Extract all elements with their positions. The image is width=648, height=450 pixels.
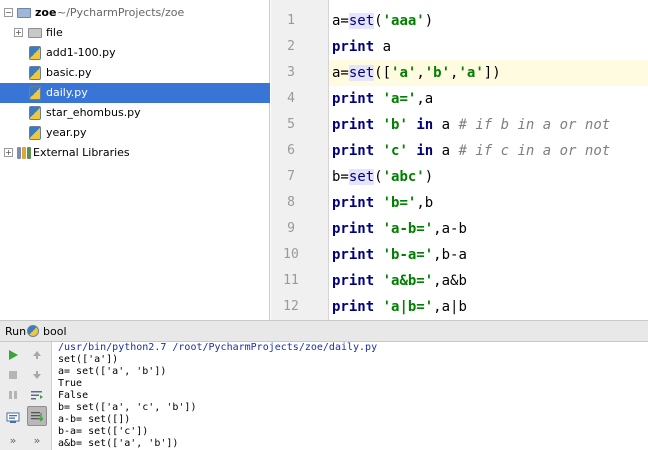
code-line[interactable]: print 'b-a=',b-a bbox=[329, 242, 648, 268]
line-number: 11 bbox=[283, 273, 299, 288]
line-number: 4 bbox=[287, 91, 295, 106]
python-file-icon bbox=[29, 86, 41, 100]
line-number: 12 bbox=[283, 299, 299, 314]
tree-item-label: daily.py bbox=[46, 86, 88, 99]
rerun-button[interactable] bbox=[3, 345, 23, 365]
dump-icon bbox=[6, 412, 20, 423]
tree-item-label: add1-100.py bbox=[46, 46, 116, 59]
stop-icon bbox=[9, 371, 17, 379]
console-line: a&b= set(['a', 'b']) bbox=[58, 438, 179, 449]
scroll-down-button[interactable] bbox=[27, 365, 47, 385]
tree-root-zoe[interactable]: − zoe ~/PycharmProjects/zoe bbox=[0, 3, 270, 23]
chevron-double-right-icon: » bbox=[33, 433, 41, 447]
code-line[interactable]: print 'a|b=',a|b bbox=[329, 294, 648, 320]
run-panel-header: Run bool bbox=[0, 320, 648, 342]
code-line[interactable]: print a bbox=[329, 34, 648, 60]
code-line[interactable]: a=set('aaa') bbox=[329, 8, 648, 34]
run-console[interactable]: /usr/bin/python2.7 /root/PycharmProjects… bbox=[52, 342, 648, 450]
python-file-icon bbox=[29, 46, 41, 60]
tree-item-year[interactable]: year.py bbox=[0, 123, 270, 143]
tree-item-label: year.py bbox=[46, 126, 87, 139]
stop-button[interactable] bbox=[3, 365, 23, 385]
collapse-toggle-icon[interactable]: − bbox=[4, 8, 13, 17]
python-file-icon bbox=[29, 106, 41, 120]
tree-item-file[interactable]: + file bbox=[0, 23, 270, 43]
console-line: b-a= set(['c']) bbox=[58, 426, 149, 437]
code-line[interactable]: print 'a&b=',a&b bbox=[329, 268, 648, 294]
code-editor[interactable]: a=set('aaa') print a a=set(['a','b','a']… bbox=[329, 0, 648, 320]
soft-wrap-button[interactable] bbox=[27, 385, 47, 405]
play-icon bbox=[9, 350, 18, 360]
tree-item-label: star_ehombus.py bbox=[46, 106, 141, 119]
line-number: 7 bbox=[287, 169, 295, 184]
more-actions-left[interactable]: » bbox=[3, 430, 23, 450]
console-line: set(['a']) bbox=[58, 354, 119, 365]
console-line: True bbox=[58, 378, 83, 389]
scroll-end-icon bbox=[31, 412, 44, 422]
library-icon bbox=[17, 147, 31, 159]
scroll-to-end-toggle[interactable] bbox=[27, 406, 47, 426]
arrow-up-icon bbox=[33, 351, 41, 359]
tree-item-add1-100[interactable]: add1-100.py bbox=[0, 43, 270, 63]
expand-toggle-icon[interactable]: + bbox=[4, 148, 13, 157]
code-line[interactable]: print 'b=',b bbox=[329, 190, 648, 216]
code-line-current[interactable]: a=set(['a','b','a']) bbox=[329, 60, 648, 86]
folder-icon bbox=[17, 8, 31, 18]
code-line[interactable]: print 'a=',a bbox=[329, 86, 648, 112]
tree-item-daily[interactable]: daily.py bbox=[0, 83, 270, 103]
line-number: 9 bbox=[287, 221, 295, 236]
folder-icon bbox=[28, 28, 42, 38]
tree-item-label: file bbox=[46, 26, 63, 39]
pause-button[interactable] bbox=[3, 385, 23, 405]
tree-item-label: External Libraries bbox=[33, 146, 130, 159]
python-config-icon bbox=[27, 325, 39, 337]
line-number: 5 bbox=[287, 117, 295, 132]
line-number: 3 bbox=[287, 65, 295, 80]
chevron-double-right-icon: » bbox=[9, 433, 17, 447]
console-line: False bbox=[58, 390, 89, 401]
code-line[interactable]: print 'b' in a # if b in a or not bbox=[329, 112, 648, 138]
tree-item-label: basic.py bbox=[46, 66, 92, 79]
line-number: 2 bbox=[287, 39, 295, 54]
expand-toggle-icon[interactable]: + bbox=[14, 28, 23, 37]
line-number: 10 bbox=[283, 247, 299, 262]
code-line[interactable]: print 'c' in a # if c in a or not bbox=[329, 138, 648, 164]
run-config-name[interactable]: bool bbox=[43, 325, 67, 338]
more-actions-right[interactable]: » bbox=[27, 430, 47, 450]
console-line: b= set(['a', 'c', 'b']) bbox=[58, 402, 197, 413]
pause-icon bbox=[9, 391, 17, 399]
code-line[interactable]: b=set('abc') bbox=[329, 164, 648, 190]
tree-item-basic[interactable]: basic.py bbox=[0, 63, 270, 83]
line-number: 6 bbox=[287, 143, 295, 158]
line-number: 1 bbox=[287, 13, 295, 28]
arrow-down-icon bbox=[33, 371, 41, 379]
editor-gutter: 1 2 3 4 5 6 7 8 9 10 11 12 bbox=[271, 0, 329, 320]
scroll-up-button[interactable] bbox=[27, 345, 47, 365]
tree-item-star-ehombus[interactable]: star_ehombus.py bbox=[0, 103, 270, 123]
tree-item-external-libraries[interactable]: + External Libraries bbox=[0, 143, 270, 163]
code-line[interactable]: print 'a-b=',a-b bbox=[329, 216, 648, 242]
run-panel-title: Run bbox=[5, 325, 27, 338]
wrap-icon bbox=[31, 391, 43, 400]
project-tool-window: − zoe ~/PycharmProjects/zoe + file add1-… bbox=[0, 0, 270, 320]
console-line: /usr/bin/python2.7 /root/PycharmProjects… bbox=[58, 342, 378, 353]
run-toolbar: » » bbox=[0, 342, 52, 450]
python-file-icon bbox=[29, 126, 41, 140]
root-folder-name: zoe bbox=[35, 6, 57, 19]
dump-threads-button[interactable] bbox=[3, 408, 23, 428]
root-folder-path: ~/PycharmProjects/zoe bbox=[57, 6, 185, 19]
line-number: 8 bbox=[287, 195, 295, 210]
python-file-icon bbox=[29, 66, 41, 80]
console-line: a= set(['a', 'b']) bbox=[58, 366, 167, 377]
console-line: a-b= set([]) bbox=[58, 414, 131, 425]
